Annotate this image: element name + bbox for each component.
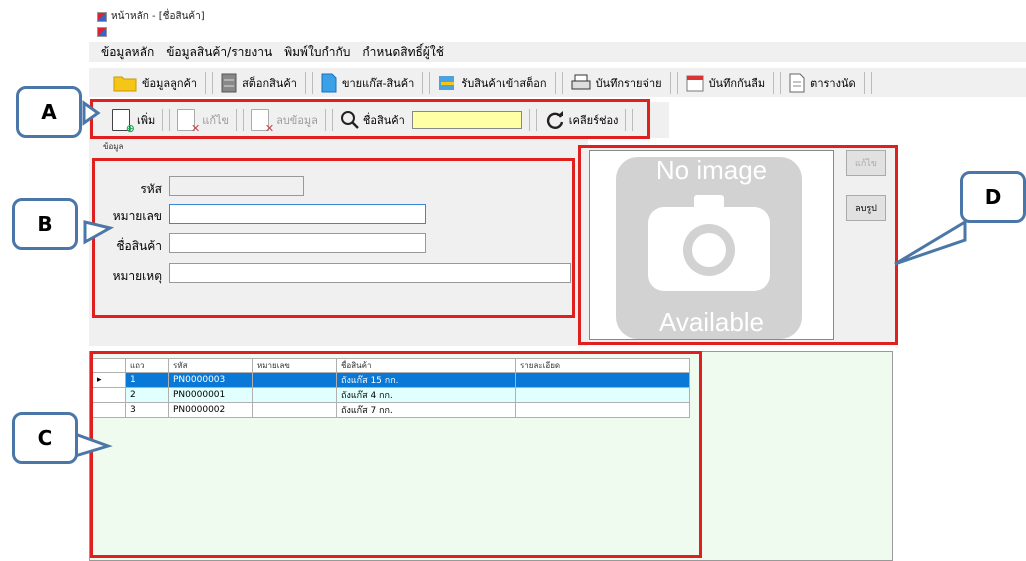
callout-b: B (12, 198, 78, 250)
callout-pointers (73, 100, 967, 459)
callout-d: D (960, 171, 1026, 223)
callout-c: C (12, 412, 78, 464)
callout-a: A (16, 86, 82, 138)
